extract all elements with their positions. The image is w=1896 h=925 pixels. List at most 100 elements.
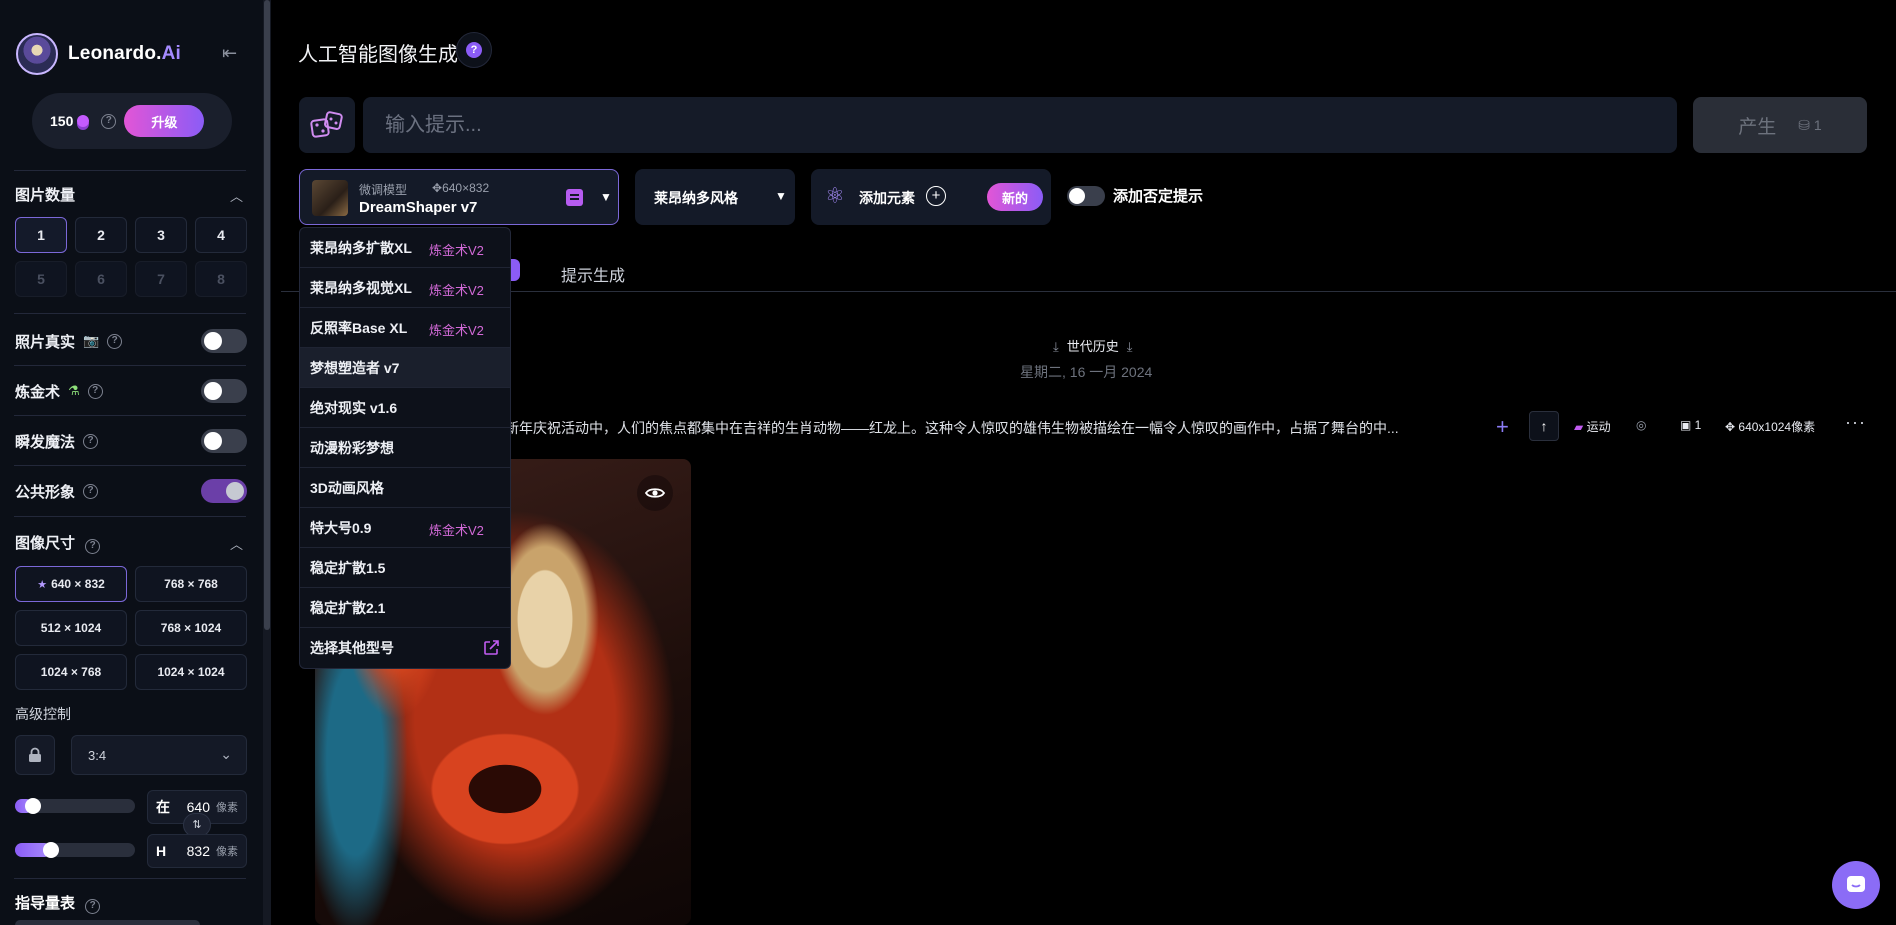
- guidance-slider[interactable]: [15, 920, 200, 925]
- model-option[interactable]: 特大号0.9 炼金术V2: [300, 508, 510, 548]
- lock-ratio-button[interactable]: [15, 735, 55, 775]
- brand-name: Leonardo.Ai: [68, 43, 182, 64]
- image-size-meta: ✥ 640x1024像素: [1725, 420, 1816, 434]
- public-image-toggle[interactable]: [201, 479, 247, 503]
- model-option[interactable]: 反照率Base XL 炼金术V2: [300, 308, 510, 348]
- atom-icon: ⚛: [825, 183, 845, 208]
- image-count-option[interactable]: 4: [195, 217, 247, 253]
- prompt-input[interactable]: [363, 97, 1677, 153]
- image-count-option: 8: [195, 261, 247, 297]
- motion-label[interactable]: ▰ 运动: [1574, 418, 1611, 435]
- negative-prompt-toggle[interactable]: [1067, 186, 1105, 206]
- help-icon[interactable]: ?: [85, 899, 101, 914]
- chevron-up-icon[interactable]: ︿: [230, 534, 244, 552]
- divider: [14, 415, 246, 416]
- alchemy-label: 炼金术: [15, 383, 61, 401]
- chat-icon: [1847, 876, 1865, 892]
- more-options-icon[interactable]: ···: [1845, 412, 1866, 433]
- tab-prompt-generation[interactable]: 提示生成: [561, 262, 625, 286]
- model-option[interactable]: 稳定扩散1.5: [300, 548, 510, 588]
- generate-button[interactable]: 产生 ⛁ 1: [1693, 97, 1867, 153]
- star-icon: ★: [37, 578, 48, 591]
- arrow-up-icon[interactable]: ↑: [1529, 411, 1559, 441]
- generation-prompt-text: 新年庆祝活动中，人们的焦点都集中在吉祥的生肖动物——红龙上。这种令人惊叹的雄伟生…: [505, 420, 1399, 436]
- chevron-down-icon: ⌄: [220, 746, 232, 762]
- public-image-row: 公共形象 ?: [15, 476, 247, 506]
- aspect-ratio-select[interactable]: 3:4 ⌄: [71, 735, 247, 775]
- divider: [14, 878, 246, 879]
- height-field[interactable]: H 832 像素: [147, 834, 247, 868]
- model-option[interactable]: 绝对现实 v1.6: [300, 388, 510, 428]
- history-title: ⤓ 世代历史 ⤓: [1053, 339, 1133, 354]
- flask-icon: ⚗: [68, 383, 80, 398]
- width-slider[interactable]: [15, 798, 135, 814]
- collapse-sidebar-icon[interactable]: ⇤: [222, 44, 244, 62]
- size-option[interactable]: 1024 × 768: [15, 654, 127, 690]
- instant-magic-toggle[interactable]: [201, 429, 247, 453]
- history-date: 星期二, 16 一月 2024: [1020, 364, 1153, 380]
- size-option[interactable]: 1024 × 1024: [135, 654, 247, 690]
- image-count-option: 5: [15, 261, 67, 297]
- advanced-controls-label: 高级控制: [15, 706, 71, 722]
- model-select[interactable]: 微调模型 ✥640×832 DreamShaper v7 ▼: [299, 169, 619, 225]
- page-title: 人工智能图像生成: [298, 44, 458, 66]
- height-slider[interactable]: [15, 842, 135, 858]
- add-elements-button[interactable]: ⚛ 添加元素 + 新的: [811, 169, 1051, 225]
- style-select[interactable]: 莱昂纳多风格 ▼: [635, 169, 795, 225]
- alchemy-toggle[interactable]: [201, 379, 247, 403]
- caret-down-icon: ▼: [600, 190, 612, 204]
- brand-logo: [16, 33, 58, 75]
- help-icon[interactable]: ?: [101, 113, 117, 129]
- chat-support-button[interactable]: [1832, 861, 1880, 909]
- model-option[interactable]: 莱昂纳多扩散XL 炼金术V2: [300, 228, 510, 268]
- help-icon[interactable]: ?: [83, 433, 99, 449]
- model-option[interactable]: 稳定扩散2.1: [300, 588, 510, 628]
- negative-prompt-label: 添加否定提示: [1113, 188, 1204, 205]
- help-icon[interactable]: ?: [83, 483, 99, 499]
- help-icon[interactable]: ?: [85, 539, 101, 554]
- chevron-up-icon[interactable]: ︿: [230, 186, 244, 204]
- plus-icon[interactable]: +: [1496, 414, 1509, 440]
- select-other-model[interactable]: 选择其他型号: [300, 628, 510, 668]
- sidebar: Leonardo.Ai ⇤ 150 ? 升级 图片数量 ︿ 1 2 3 4 5 …: [0, 0, 266, 925]
- guidance-scale-title: 指导量表 ?: [15, 892, 101, 914]
- model-type: 微调模型: [359, 183, 408, 197]
- help-button[interactable]: ?: [456, 32, 492, 68]
- image-count-option[interactable]: 3: [135, 217, 187, 253]
- model-option[interactable]: 动漫粉彩梦想: [300, 428, 510, 468]
- brand[interactable]: Leonardo.Ai: [16, 33, 182, 75]
- photo-real-toggle[interactable]: [201, 329, 247, 353]
- divider: [14, 465, 246, 466]
- upgrade-button[interactable]: 升级: [124, 105, 205, 137]
- model-size: ✥640×832: [432, 181, 490, 195]
- size-option[interactable]: 768 × 1024: [135, 610, 247, 646]
- help-icon[interactable]: ?: [107, 333, 123, 349]
- credits-pill: 150 ? 升级: [32, 93, 232, 149]
- sidebar-scrollbar[interactable]: [264, 0, 270, 630]
- image-count-meta: ▣ 1: [1680, 418, 1702, 432]
- image-count-option: 7: [135, 261, 187, 297]
- question-icon: ?: [466, 42, 482, 58]
- caret-down-icon: ▼: [775, 189, 787, 203]
- model-option[interactable]: 3D动画风格: [300, 468, 510, 508]
- photo-real-label: 照片真实: [15, 333, 76, 351]
- photo-real-row: 照片真实 📷 ?: [15, 326, 247, 356]
- image-count-option[interactable]: 1: [15, 217, 67, 253]
- image-count-option[interactable]: 2: [75, 217, 127, 253]
- model-option[interactable]: 梦想塑造者 v7: [300, 348, 510, 388]
- random-prompt-button[interactable]: [299, 97, 355, 153]
- size-option[interactable]: ★ 640 × 832: [15, 566, 127, 602]
- eye-icon[interactable]: [637, 475, 673, 511]
- image-count-grid: 1 2 3 4 5 6 7 8: [15, 217, 247, 297]
- size-option[interactable]: 768 × 768: [135, 566, 247, 602]
- divider: [14, 313, 246, 314]
- coins-icon: [77, 115, 90, 127]
- model-notes-icon[interactable]: [566, 189, 583, 206]
- help-icon[interactable]: ?: [87, 383, 103, 399]
- tabs-divider: [281, 291, 1896, 292]
- model-option[interactable]: 莱昂纳多视觉XL 炼金术V2: [300, 268, 510, 308]
- divider: [14, 516, 246, 517]
- external-link-icon: [484, 640, 499, 655]
- public-image-label: 公共形象: [15, 483, 76, 501]
- size-option[interactable]: 512 × 1024: [15, 610, 127, 646]
